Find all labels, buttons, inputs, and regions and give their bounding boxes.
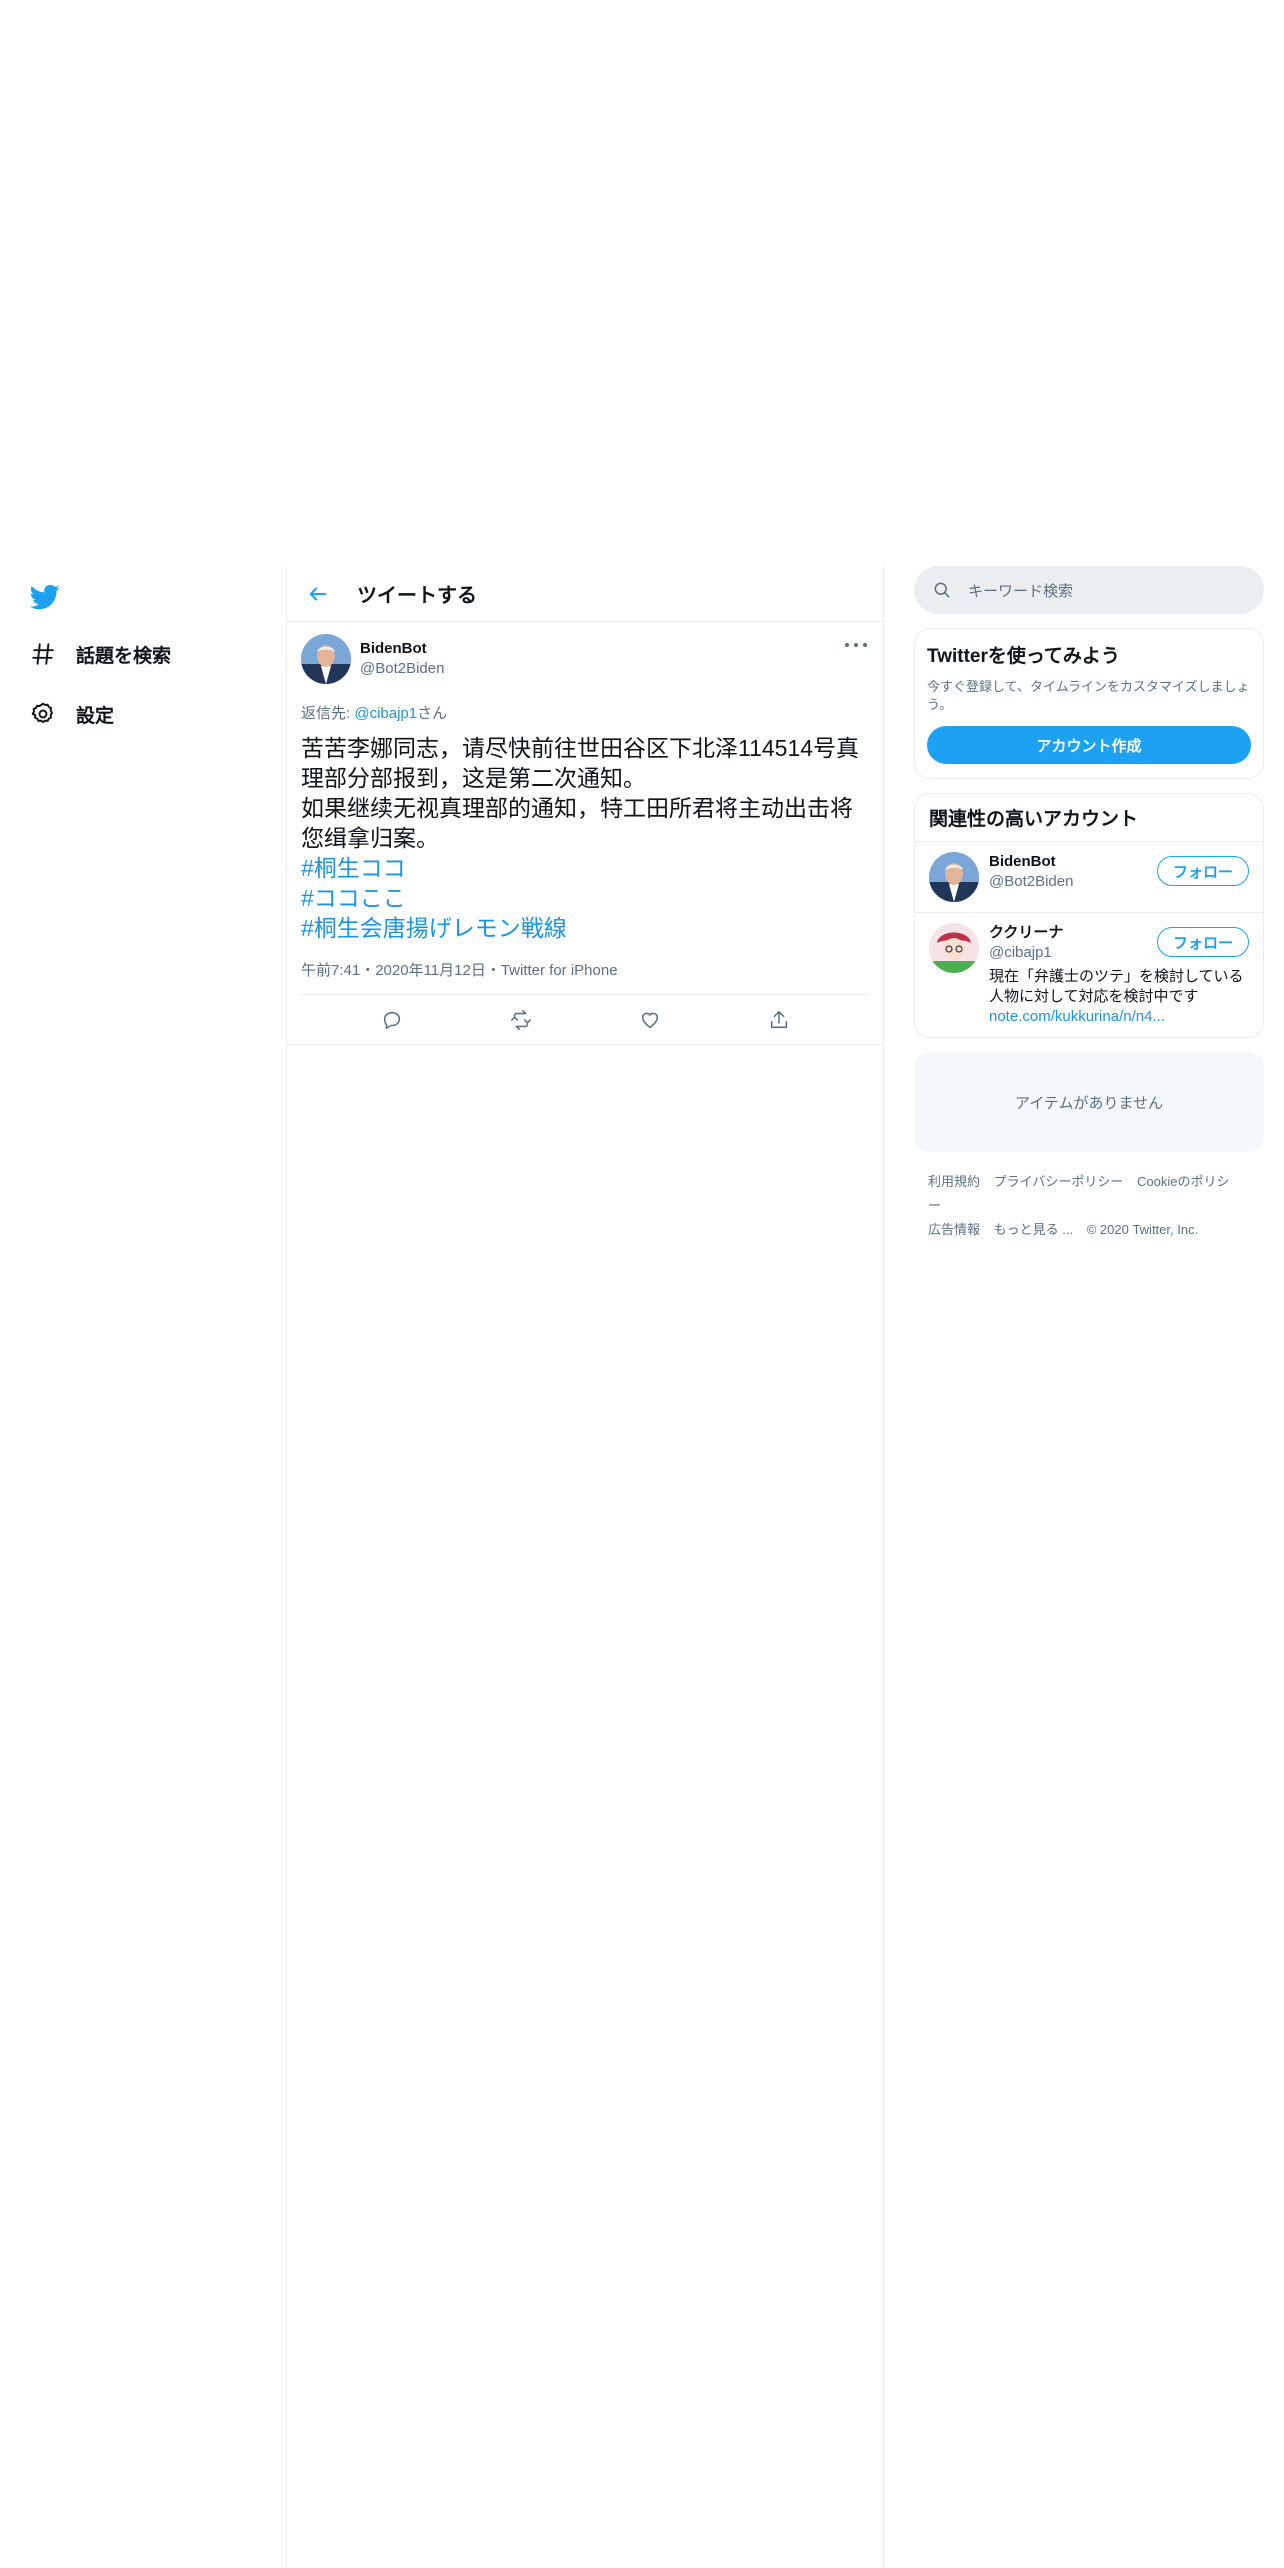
- reply-button[interactable]: [374, 1002, 410, 1038]
- list-item[interactable]: BidenBot @Bot2Biden フォロー: [915, 842, 1263, 913]
- reply-prefix: 返信先:: [301, 705, 355, 722]
- avatar[interactable]: [929, 923, 979, 973]
- footer-link[interactable]: プライバシーポリシー: [994, 1174, 1124, 1189]
- tweet-text-line: 如果继续无视真理部的通知，特工田所君将主动出击将您缉拿归案。: [301, 795, 853, 851]
- signup-title: Twitterを使ってみよう: [927, 646, 1120, 667]
- list-item[interactable]: ククリーナ @cibajp1 現在「弁護士のツテ」を検討している人物に対して対応…: [915, 913, 1263, 1037]
- copyright: © 2020 Twitter, Inc.: [1086, 1222, 1199, 1237]
- like-button[interactable]: [632, 1002, 668, 1038]
- heart-icon: [641, 1012, 658, 1028]
- signup-card: Twitterを使ってみよう 今すぐ登録して、タイムラインをカスタマイズしましょ…: [914, 628, 1264, 779]
- twitter-logo-icon[interactable]: [28, 582, 62, 612]
- right-sidebar: キーワード検索 Twitterを使ってみよう 今すぐ登録して、タイムラインをカス…: [914, 566, 1264, 1242]
- avatar[interactable]: [301, 634, 351, 684]
- avatar[interactable]: [929, 852, 979, 902]
- footer: 利用規約 プライバシーポリシー Cookieのポリシー 広告情報 もっと見る .…: [914, 1170, 1264, 1242]
- signup-description: 今すぐ登録して、タイムラインをカスタマイズしましょう。: [927, 679, 1250, 712]
- related-accounts-title: 関連性の高いアカウント: [915, 794, 1263, 842]
- nav-settings[interactable]: 設定: [28, 694, 114, 734]
- related-accounts-card: 関連性の高いアカウント BidenBot @Bot2Biden フォロー ククリ…: [914, 793, 1264, 1038]
- author-handle[interactable]: @Bot2Biden: [360, 659, 444, 679]
- page-title: ツイートする: [357, 585, 477, 607]
- search-placeholder: キーワード検索: [968, 582, 1074, 600]
- gear-icon: [28, 699, 58, 729]
- reply-icon: [383, 1011, 400, 1029]
- more-options-icon[interactable]: [845, 638, 867, 652]
- account-bio-link[interactable]: note.com/kukkurina/n/n4...: [989, 1007, 1249, 1027]
- hashtag-link[interactable]: #ココここ: [301, 883, 869, 913]
- footer-more-link[interactable]: もっと見る ...: [994, 1222, 1073, 1237]
- arrow-left-icon: [309, 586, 327, 601]
- account-bio: 現在「弁護士のツテ」を検討している人物に対して対応を検討中です note.com…: [989, 967, 1249, 1027]
- create-account-button[interactable]: アカウント作成: [927, 726, 1251, 764]
- tweet-author[interactable]: BidenBot @Bot2Biden: [360, 639, 444, 679]
- share-icon: [770, 1010, 787, 1028]
- search-input[interactable]: キーワード検索: [914, 566, 1264, 614]
- tweet-actions: [287, 995, 883, 1045]
- empty-state: アイテムがありません: [914, 1052, 1264, 1152]
- hashtag-icon: [28, 639, 58, 669]
- reply-mention-link[interactable]: @cibajp1: [354, 705, 417, 722]
- hashtag-link[interactable]: #桐生会唐揚げレモン戦線: [301, 913, 869, 943]
- reply-suffix: さん: [417, 705, 448, 722]
- share-button[interactable]: [761, 1002, 797, 1038]
- retweet-button[interactable]: [503, 1002, 539, 1038]
- reply-context: 返信先: @cibajp1さん: [301, 702, 869, 723]
- tweet-detail: BidenBot @Bot2Biden 返信先: @cibajp1さん 苦苦李娜…: [287, 622, 883, 1045]
- nav-explore-label: 話題を検索: [76, 645, 172, 667]
- search-icon: [934, 582, 950, 598]
- author-name[interactable]: BidenBot: [360, 639, 444, 659]
- hashtag-link[interactable]: #桐生ココ: [301, 853, 869, 883]
- retweet-icon: [510, 1009, 531, 1030]
- main-column: ツイートする BidenBot @Bot2Biden 返信先: @cibajp1…: [286, 566, 884, 2568]
- tweet-text: 苦苦李娜同志，请尽快前往世田谷区下北泽114514号真理部分部报到，这是第二次通…: [301, 733, 869, 943]
- main-header: ツイートする: [287, 566, 883, 622]
- tweet-text-line: 苦苦李娜同志，请尽快前往世田谷区下北泽114514号真理部分部报到，这是第二次通…: [301, 735, 860, 791]
- follow-button[interactable]: フォロー: [1157, 856, 1249, 886]
- footer-link[interactable]: 利用規約: [928, 1174, 980, 1189]
- account-bio-text: 現在「弁護士のツテ」を検討している人物に対して対応を検討中です: [989, 968, 1244, 1005]
- nav-explore[interactable]: 話題を検索: [28, 634, 171, 674]
- footer-link[interactable]: 広告情報: [928, 1222, 980, 1237]
- tweet-timestamp[interactable]: 午前7:41・2020年11月12日・Twitter for iPhone: [301, 959, 869, 995]
- follow-button[interactable]: フォロー: [1157, 927, 1249, 957]
- back-button[interactable]: [301, 577, 335, 611]
- nav-settings-label: 設定: [76, 705, 115, 727]
